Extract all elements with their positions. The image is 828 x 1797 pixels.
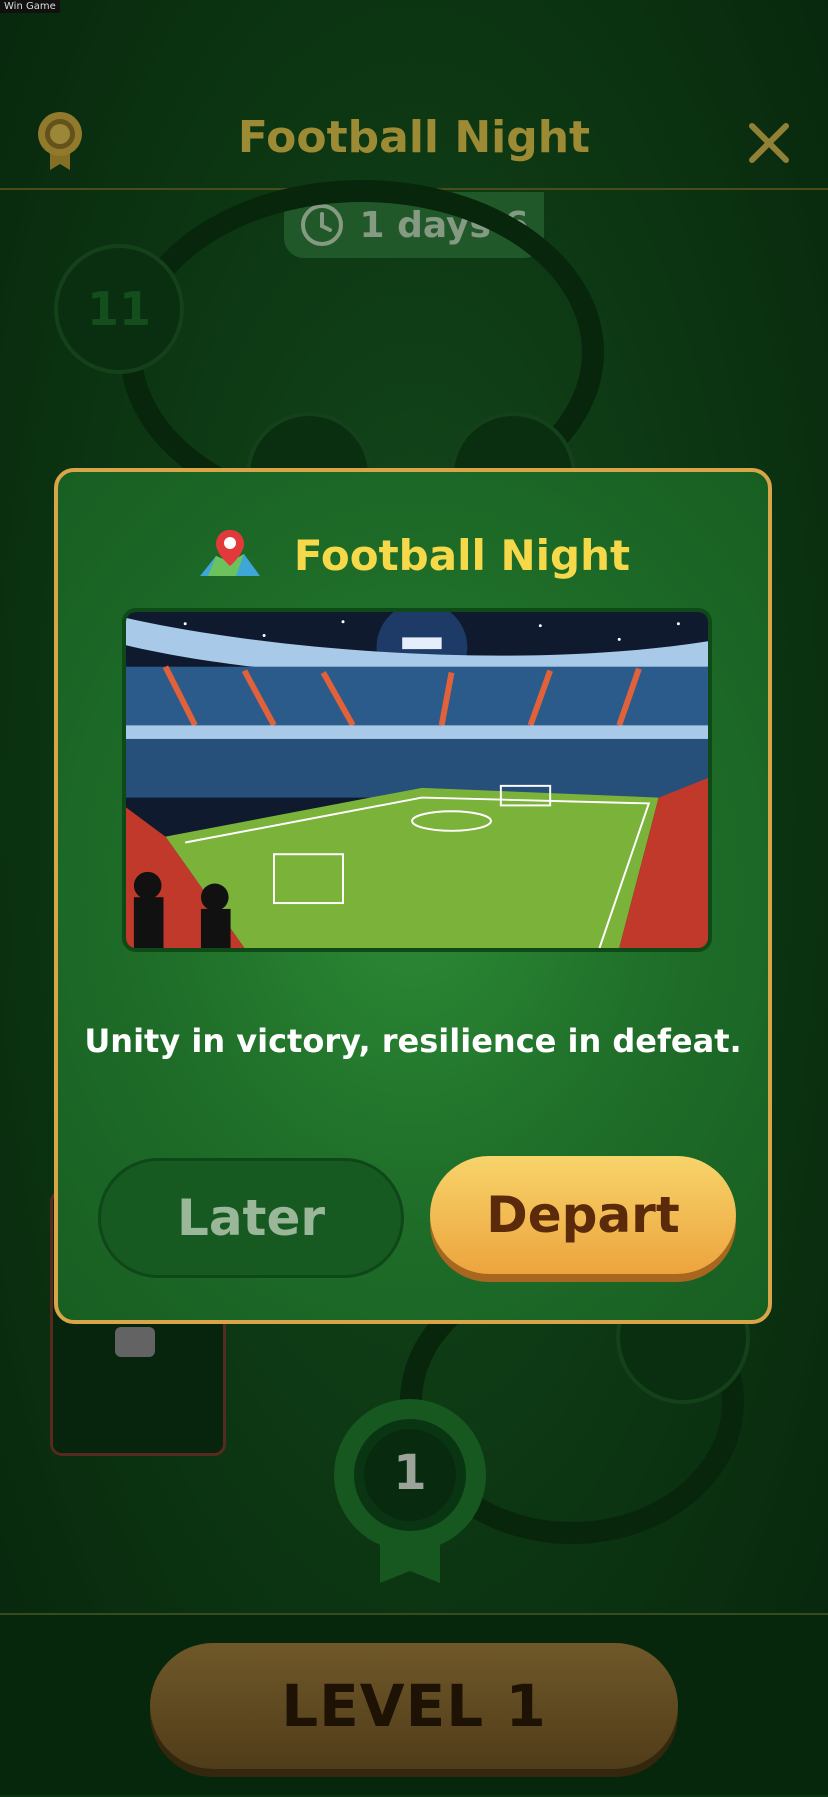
later-button-label: Later	[176, 1189, 326, 1247]
map-pin-icon	[199, 530, 260, 576]
dialog-quote: Unity in victory, resilience in defeat.	[84, 1022, 742, 1060]
stadium-illustration	[122, 608, 712, 952]
dialog-title: Football Night	[293, 530, 631, 580]
depart-button-label: Depart	[486, 1186, 680, 1244]
dialog-header: Football Night	[58, 520, 768, 590]
window-title: Win Game	[0, 0, 60, 13]
event-dialog: Football Night Unity in victory, resilie…	[54, 468, 772, 1324]
depart-button[interactable]: Depart	[430, 1156, 736, 1274]
later-button[interactable]: Later	[98, 1158, 404, 1278]
